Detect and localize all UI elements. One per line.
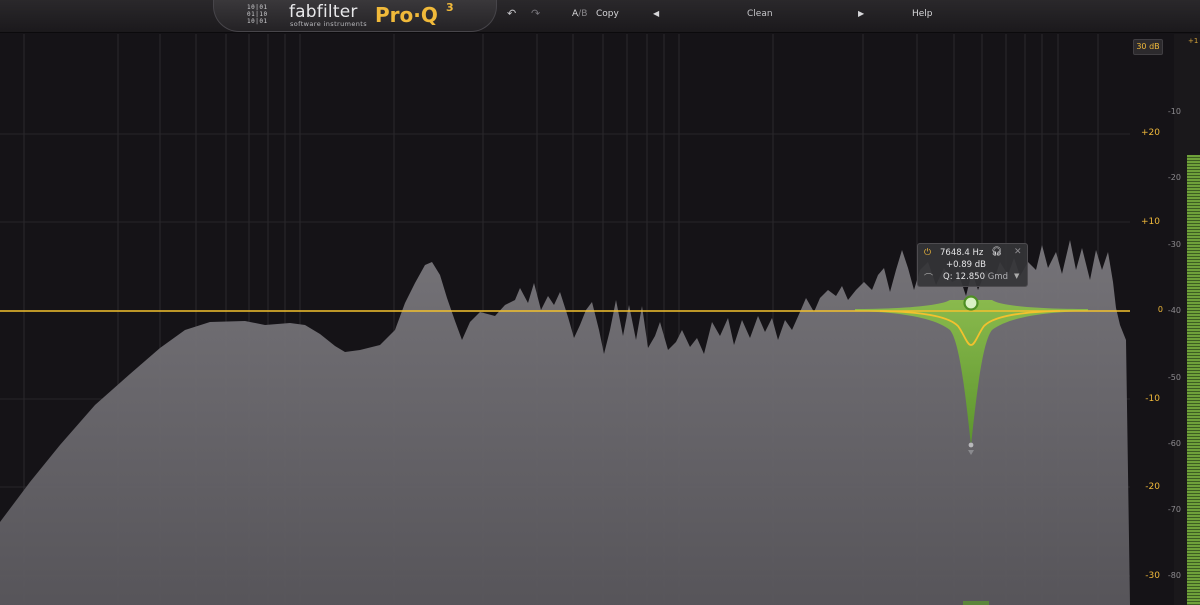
meter-peak-label: +1 (1188, 37, 1199, 45)
band-frequency[interactable]: 7648.4 Hz (940, 248, 983, 258)
power-icon[interactable]: ⏻ (924, 248, 931, 258)
headphones-icon[interactable]: 🎧︎ (991, 247, 1002, 257)
pro-q3-window: 10|01 01|10 10|01 fabfilter software ins… (0, 0, 1200, 605)
band-node[interactable] (963, 295, 979, 311)
eq-scale-label: 0 (1157, 305, 1163, 314)
spectrum-analyzer (0, 240, 1130, 605)
product-version: 3 (446, 1, 454, 14)
band-depth-marker[interactable] (968, 442, 974, 448)
eq-scale-label: -30 (1145, 571, 1160, 581)
eq-scale-label: -20 (1145, 482, 1160, 492)
top-bar: 10|01 01|10 10|01 fabfilter software ins… (0, 0, 1200, 33)
analyzer-scale-label: -30 (1167, 240, 1181, 249)
brand-name: fabfilter (289, 2, 358, 22)
band-gain[interactable]: +0.89 dB (946, 260, 986, 270)
band-q[interactable]: Q: 12.850 Gmd (943, 272, 1008, 282)
eq-display[interactable] (0, 0, 1200, 605)
ab-toggle[interactable]: A/B (572, 9, 587, 19)
display-range-button[interactable]: 30 dB (1133, 39, 1163, 55)
triangle-left-icon[interactable]: ◀ (653, 9, 659, 18)
fabfilter-logo-icon: 10|01 01|10 10|01 (247, 4, 268, 25)
redo-icon[interactable]: ↷ (531, 7, 540, 20)
undo-icon[interactable]: ↶ (507, 7, 516, 20)
product-name: Pro·Q (375, 3, 438, 27)
analyzer-scale-label: -60 (1167, 439, 1181, 448)
eq-scale-label: +10 (1141, 217, 1160, 227)
band-indicator (963, 601, 989, 605)
help-button[interactable]: Help (912, 9, 933, 19)
output-level-meter (1187, 155, 1200, 605)
analyzer-scale-label: -10 (1167, 107, 1181, 116)
chevron-down-icon[interactable]: ▼ (1014, 272, 1019, 280)
copy-button[interactable]: Copy (596, 9, 619, 19)
analyzer-scale-label: -80 (1167, 571, 1181, 580)
eq-scale-label: +20 (1141, 128, 1160, 138)
preset-name[interactable]: Clean (747, 9, 773, 19)
brand-subtitle: software instruments (290, 20, 368, 28)
triangle-right-icon[interactable]: ▶ (858, 9, 864, 18)
analyzer-scale-label: -50 (1167, 373, 1181, 382)
close-icon[interactable]: ✕ (1014, 247, 1022, 257)
analyzer-scale-label: -70 (1167, 505, 1181, 514)
eq-scale-label: -10 (1145, 394, 1160, 404)
bell-shape-icon[interactable]: ⌒ (924, 271, 933, 284)
band-info-popup: ⏻ 7648.4 Hz 🎧︎ ✕ +0.89 dB ⌒ Q: 12.850 Gm… (917, 243, 1028, 287)
analyzer-scale-label: -20 (1167, 173, 1181, 182)
analyzer-scale-label: -40 (1167, 306, 1181, 315)
